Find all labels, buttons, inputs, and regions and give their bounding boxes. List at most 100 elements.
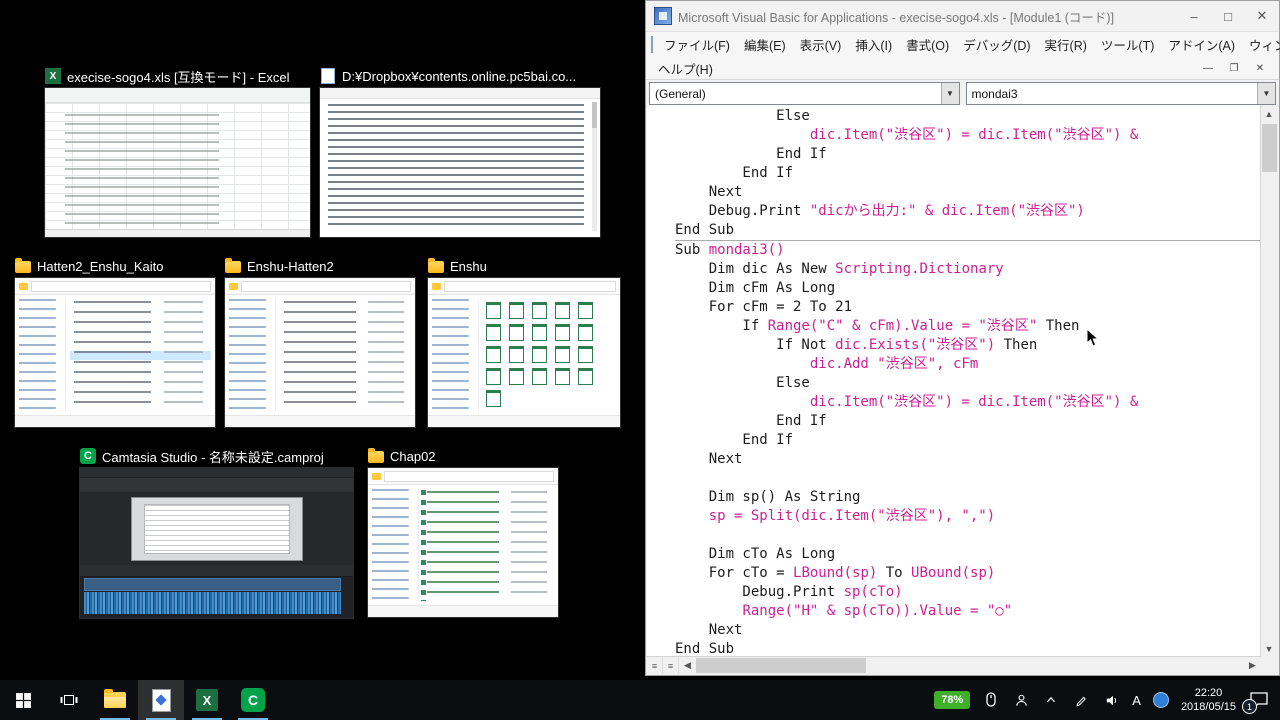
code-line[interactable]: Dim dic As New Scripting.Dictionary (675, 260, 1261, 279)
enshu-file-grid (479, 295, 620, 415)
procedure-view-button[interactable]: ≡ (647, 657, 663, 674)
speaker-icon[interactable] (1102, 691, 1120, 709)
code-line[interactable]: End If (675, 412, 1261, 431)
code-line[interactable]: For cFm = 2 To 21 (675, 298, 1261, 317)
menu-item-1[interactable]: 編集(E) (737, 32, 793, 57)
window-thumbnail-enshu-hatten2[interactable]: Enshu-Hatten2 (225, 256, 415, 427)
menu-item-7[interactable]: ツール(T) (1094, 32, 1161, 57)
code-line[interactable]: Range("H" & sp(cTo)).Value = "○" (675, 602, 1261, 621)
excel-window-preview[interactable] (45, 88, 310, 237)
child-window-buttons: — ❐ ✕ (1197, 60, 1279, 76)
code-line[interactable]: Dim sp() As String (675, 488, 1261, 507)
menu-item-5[interactable]: デバッグ(D) (956, 32, 1037, 57)
code-line[interactable] (675, 469, 1261, 488)
object-dropdown-value: (General) (650, 87, 941, 101)
camtasia-taskbar-button[interactable]: C (230, 680, 276, 720)
child-close-button[interactable]: ✕ (1249, 60, 1271, 76)
maximize-button[interactable]: □ (1211, 1, 1245, 31)
code-line[interactable]: If Not dic.Exists("渋谷区") Then (675, 336, 1261, 355)
clock-date: 2018/05/15 (1181, 700, 1236, 714)
vertical-scroll-thumb[interactable] (1262, 124, 1277, 172)
code-line[interactable]: Dim cTo As Long (675, 545, 1261, 564)
code-line[interactable]: Else (675, 374, 1261, 393)
code-line[interactable]: dic.Item("渋谷区") = dic.Item("渋谷区") & (675, 393, 1261, 412)
code-line[interactable]: Next (675, 450, 1261, 469)
code-line[interactable]: Else (675, 107, 1261, 126)
vbe-taskbar-button[interactable] (138, 680, 184, 720)
window-thumbnail-chap02[interactable]: Chap02 (368, 446, 558, 617)
code-line[interactable]: dic.Add "渋谷区", cFm (675, 355, 1261, 374)
full-module-view-button[interactable]: ≡ (663, 657, 679, 674)
code-line[interactable]: If Range("C" & cFm).Value = "渋谷区" Then (675, 317, 1261, 336)
ime-mode-indicator[interactable]: A (1132, 693, 1141, 708)
vbe-title-bar[interactable]: Microsoft Visual Basic for Applications … (646, 1, 1279, 31)
code-line[interactable] (675, 526, 1261, 545)
mouse-settings-icon[interactable] (982, 691, 1000, 709)
network-globe-icon[interactable] (1153, 692, 1169, 708)
explorer-window-preview[interactable] (225, 278, 415, 427)
code-line[interactable]: End Sub (675, 640, 1261, 657)
code-lines[interactable]: Else dic.Item("渋谷区") = dic.Item("渋谷区") &… (647, 105, 1261, 657)
vertical-scrollbar[interactable]: ▲ ▼ (1260, 105, 1278, 657)
people-icon[interactable] (1012, 691, 1030, 709)
horizontal-scroll-thumb[interactable] (696, 658, 866, 673)
child-restore-button[interactable]: ❐ (1223, 60, 1245, 76)
thumbnail-title: C Camtasia Studio - 名称未設定.camproj (80, 446, 353, 466)
object-dropdown[interactable]: (General) ▼ (649, 82, 960, 105)
explorer-window-preview[interactable] (15, 278, 215, 427)
menu-item-0[interactable]: ファイル(F) (657, 32, 737, 57)
file-explorer-taskbar-button[interactable] (92, 680, 138, 720)
window-thumbnail-enshu[interactable]: Enshu (428, 256, 620, 427)
scroll-up-arrow[interactable]: ▲ (1261, 105, 1277, 122)
scroll-down-arrow[interactable]: ▼ (1261, 640, 1277, 657)
code-line[interactable]: dic.Item("渋谷区") = dic.Item("渋谷区") & (675, 126, 1261, 145)
excel-taskbar-button[interactable]: X (184, 680, 230, 720)
code-line[interactable]: End Sub (675, 221, 1261, 241)
procedure-dropdown[interactable]: mondai3 ▼ (966, 82, 1277, 105)
child-minimize-button[interactable]: — (1197, 60, 1219, 76)
chevron-down-icon[interactable]: ▼ (941, 83, 959, 104)
scroll-right-arrow[interactable]: ▶ (1244, 657, 1261, 674)
window-thumbnail-excel[interactable]: X execise-sogo4.xls [互換モード] - Excel (45, 66, 310, 237)
menu-item-2[interactable]: 表示(V) (793, 32, 849, 57)
code-line[interactable]: Next (675, 183, 1261, 202)
menu-item-3[interactable]: 挿入(I) (848, 32, 899, 57)
window-thumbnail-camtasia[interactable]: C Camtasia Studio - 名称未設定.camproj (80, 446, 353, 618)
battery-indicator[interactable]: 78% (934, 691, 970, 709)
code-line[interactable]: Dim cFm As Long (675, 279, 1261, 298)
menu-row-2-items: ヘルプ(H) (651, 56, 720, 81)
action-center-button[interactable]: 1 (1248, 690, 1270, 710)
menu-item-9[interactable]: ウィンドウ(W) (1242, 32, 1280, 57)
code-line[interactable]: End If (675, 431, 1261, 450)
menu-item-8[interactable]: アドイン(A) (1161, 32, 1242, 57)
code-line[interactable]: End If (675, 164, 1261, 183)
minimize-button[interactable]: – (1177, 1, 1211, 31)
code-line[interactable]: Sub mondai3() (675, 241, 1261, 260)
code-line[interactable]: Debug.Print "dicから出力:" & dic.Item("渋谷区") (675, 202, 1261, 221)
code-line[interactable]: Debug.Print sp(cTo) (675, 583, 1261, 602)
textfile-window-preview[interactable] (320, 88, 600, 237)
close-button[interactable]: ✕ (1245, 1, 1279, 31)
chevron-down-icon[interactable]: ▼ (1257, 83, 1275, 104)
menu-item-0[interactable]: ヘルプ(H) (651, 56, 720, 81)
explorer-window-preview[interactable] (428, 278, 620, 427)
camtasia-window-preview[interactable] (80, 468, 353, 618)
taskbar-clock[interactable]: 22:20 2018/05/15 (1181, 686, 1236, 714)
pen-icon[interactable] (1072, 691, 1090, 709)
scroll-left-arrow[interactable]: ◀ (679, 657, 696, 674)
code-line[interactable]: End If (675, 145, 1261, 164)
code-line[interactable]: For cTo = LBound(sp) To UBound(sp) (675, 564, 1261, 583)
window-thumbnail-hatten2-enshu-kaito[interactable]: Hatten2_Enshu_Kaito (15, 256, 215, 427)
start-button[interactable] (0, 680, 46, 720)
code-pane: Else dic.Item("渋谷区") = dic.Item("渋谷区") &… (647, 105, 1278, 674)
window-thumbnail-textfile[interactable]: D:¥Dropbox¥contents.online.pc5bai.co... (320, 66, 600, 237)
chevron-up-icon[interactable] (1042, 691, 1060, 709)
menu-item-4[interactable]: 書式(O) (899, 32, 956, 57)
code-line[interactable]: Next (675, 621, 1261, 640)
code-line[interactable]: sp = Split(dic.Item("渋谷区"), ",") (675, 507, 1261, 526)
horizontal-scrollbar[interactable]: ≡ ≡ ◀ ▶ (647, 656, 1261, 674)
menu-item-6[interactable]: 実行(R) (1038, 32, 1094, 57)
mini-timeline (80, 565, 353, 618)
task-view-button[interactable] (46, 680, 92, 720)
explorer-window-preview[interactable] (368, 468, 558, 617)
